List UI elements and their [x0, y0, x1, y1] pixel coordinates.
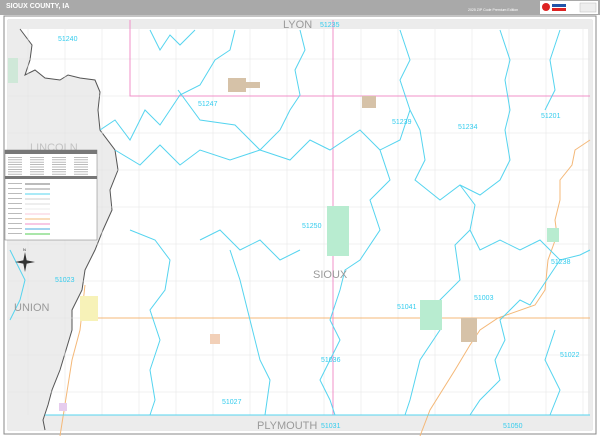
county-label-lyon: LYON: [283, 19, 312, 31]
legend-label: [8, 223, 22, 224]
legend-table-cell: [52, 171, 66, 173]
zip-label: 51050: [503, 423, 523, 430]
county-label-plymouth: PLYMOUTH: [257, 420, 317, 432]
legend-table-cell: [74, 161, 88, 163]
legend-table-cell: [8, 173, 22, 175]
county-map[interactable]: LYON SIOUX PLYMOUTH UNION LINCOLN 51235 …: [0, 15, 600, 436]
legend-table-cell: [52, 166, 66, 168]
header-bar: SIOUX COUNTY, IA 2025 ZIP Code Premium E…: [0, 0, 600, 15]
edition-label: 2025 ZIP Code Premium Edition: [468, 8, 519, 12]
zip-label: 51238: [551, 259, 571, 266]
legend-table-cell: [30, 159, 44, 161]
logo: [540, 1, 598, 14]
legend-table-cell: [30, 166, 44, 168]
legend-label: [8, 188, 22, 189]
legend-label: [8, 183, 22, 184]
legend-table-cell: [74, 173, 88, 175]
legend-table-cell: [74, 164, 88, 165]
map-title: SIOUX COUNTY, IA: [6, 3, 70, 10]
legend-table-cell: [52, 159, 66, 161]
legend-table-cell: [30, 171, 44, 173]
legend-table-cell: [30, 157, 44, 158]
legend-table-cell: [30, 161, 44, 163]
zip-label: 51240: [58, 36, 78, 43]
zip-label: 51250: [302, 223, 322, 230]
zip-label: 51031: [321, 423, 341, 430]
legend-table-cell: [52, 161, 66, 163]
legend-table-cell: [52, 169, 66, 170]
legend-table-cell: [8, 169, 22, 170]
legend-table-cell: [8, 166, 22, 168]
legend-label: [8, 228, 22, 229]
legend-table-cell: [8, 161, 22, 163]
legend-table-cell: [30, 169, 44, 170]
legend-table-cell: [52, 164, 66, 165]
svg-text:N: N: [23, 247, 26, 252]
zip-label: 51041: [397, 304, 417, 311]
zip-label: 51003: [474, 295, 494, 302]
legend-label: [8, 203, 22, 204]
zip-label: 51201: [541, 113, 561, 120]
zip-label: 51247: [198, 101, 218, 108]
legend-table-cell: [8, 157, 22, 158]
zip-label: 51022: [560, 352, 580, 359]
legend-table-cell: [8, 159, 22, 161]
legend-table-cell: [74, 169, 88, 170]
legend-table-cell: [8, 164, 22, 165]
legend-label: [8, 198, 22, 199]
zip-label: 51023: [55, 277, 75, 284]
market-maps-logo-icon: [542, 2, 597, 13]
legend-table-cell: [74, 171, 88, 173]
zip-label: 51234: [458, 124, 478, 131]
legend-table-cell: [74, 159, 88, 161]
county-label-union: UNION: [14, 302, 50, 314]
legend-table-cell: [74, 157, 88, 158]
legend-label: [8, 213, 22, 214]
legend-label: [8, 208, 22, 209]
zip-label: 51027: [222, 399, 242, 406]
legend-table-cell: [8, 171, 22, 173]
legend-table-cell: [74, 166, 88, 168]
zip-label: 51036: [321, 357, 341, 364]
zip-label: 51235: [320, 22, 340, 29]
legend-table-cell: [30, 173, 44, 175]
legend-label: [8, 233, 22, 234]
county-label-sioux: SIOUX: [313, 269, 348, 281]
zip-label: 51239: [392, 119, 412, 126]
legend-label: [8, 218, 22, 219]
legend-label: [8, 193, 22, 194]
legend-table-cell: [52, 173, 66, 175]
legend-table-cell: [52, 157, 66, 158]
legend-table-cell: [30, 164, 44, 165]
legend: [4, 149, 98, 241]
